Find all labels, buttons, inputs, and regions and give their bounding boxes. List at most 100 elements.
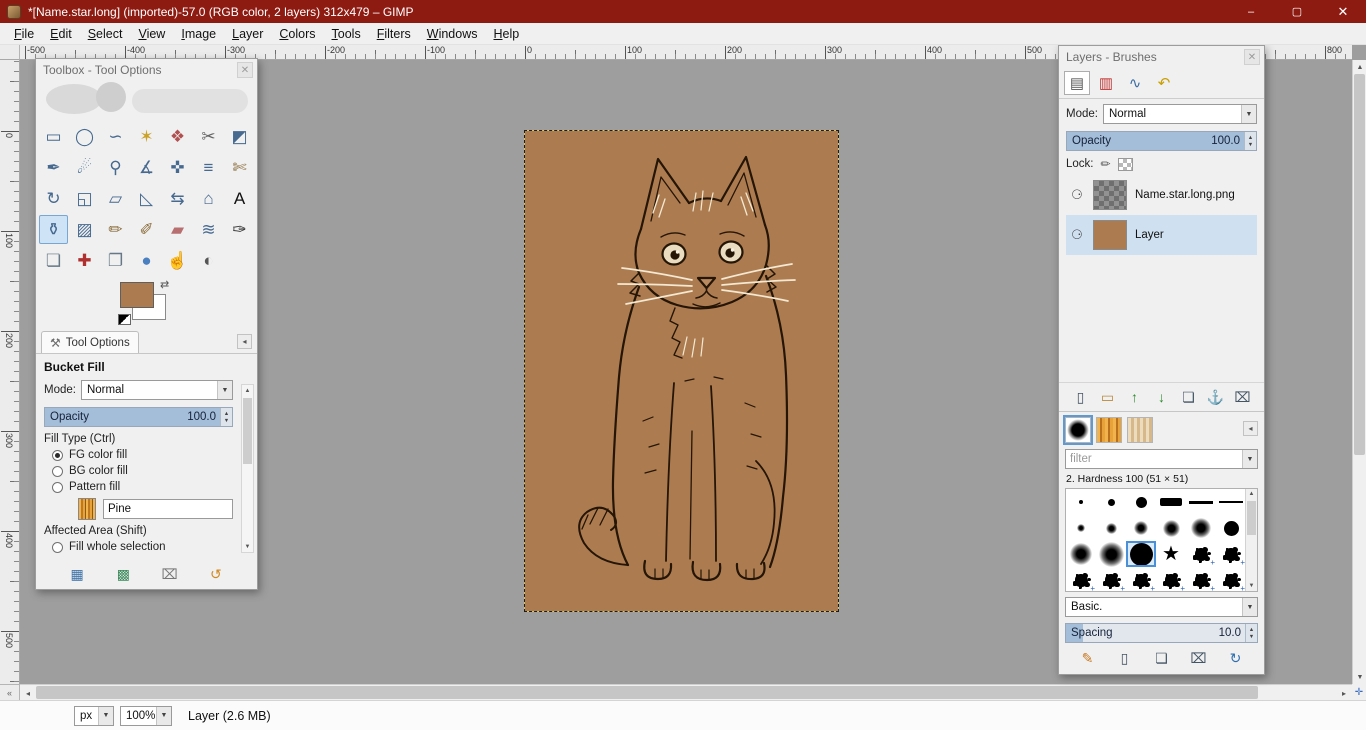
vertical-scroll-thumb[interactable]: [1354, 74, 1365, 455]
patterns-tab[interactable]: [1096, 417, 1122, 443]
scroll-down-icon[interactable]: ▼: [1246, 581, 1257, 591]
gradients-tab[interactable]: [1127, 417, 1153, 443]
layer-row[interactable]: ⚆Name.star.long.png: [1066, 175, 1257, 215]
channels-tab[interactable]: ▥: [1093, 71, 1119, 95]
default-colors-icon[interactable]: [118, 314, 131, 325]
vertical-scroll-track[interactable]: [1353, 74, 1366, 670]
chevron-down-icon[interactable]: ▼: [98, 707, 113, 725]
horizontal-scroll-thumb[interactable]: [36, 686, 1258, 699]
horizontal-scrollbar[interactable]: ◂ ▸: [20, 684, 1352, 700]
brush-item[interactable]: [1186, 489, 1216, 515]
flip-tool[interactable]: ⇆: [163, 184, 192, 213]
scroll-up-icon[interactable]: ▲: [1353, 60, 1366, 74]
crop-tool[interactable]: ✄: [225, 153, 254, 182]
spin-down-icon[interactable]: ▼: [1249, 634, 1254, 640]
anchor-layer-button[interactable]: ⚓: [1204, 386, 1228, 408]
close-icon[interactable]: ✕: [237, 62, 253, 78]
measure-tool[interactable]: ∡: [132, 153, 161, 182]
brush-item[interactable]: +: [1216, 541, 1246, 567]
brush-filter-input[interactable]: [1066, 450, 1242, 468]
affected-fill-whole-selection[interactable]: Fill whole selection: [52, 541, 233, 553]
maximize-button[interactable]: ▢: [1274, 0, 1320, 23]
navigation-icon[interactable]: ✛: [1352, 684, 1366, 700]
scroll-down-icon[interactable]: ▼: [242, 541, 253, 552]
blur-sharpen-tool[interactable]: ●: [132, 246, 161, 275]
align-tool[interactable]: ≡: [194, 153, 223, 182]
menu-view[interactable]: View: [130, 25, 173, 43]
brush-item[interactable]: [1126, 541, 1156, 567]
restore-tool-preset-button[interactable]: ▩: [111, 563, 135, 585]
save-tool-preset-button[interactable]: ▦: [65, 563, 89, 585]
chevron-down-icon[interactable]: ▼: [1242, 450, 1257, 468]
horizontal-scroll-track[interactable]: [36, 685, 1336, 700]
tab-tool-options[interactable]: ⚒ Tool Options: [41, 331, 139, 353]
menu-edit[interactable]: Edit: [42, 25, 80, 43]
layer-row[interactable]: ⚆Layer: [1066, 215, 1257, 255]
clone-tool[interactable]: ❏: [39, 246, 68, 275]
brush-item[interactable]: [1126, 489, 1156, 515]
new-layer-button[interactable]: ▯: [1069, 386, 1093, 408]
eraser-tool[interactable]: ▰: [163, 215, 192, 244]
lower-layer-button[interactable]: ↓: [1150, 386, 1174, 408]
layer-mode-select[interactable]: Normal ▼: [1103, 104, 1257, 124]
brush-item[interactable]: [1096, 489, 1126, 515]
spin-up-icon[interactable]: ▲: [1249, 627, 1254, 633]
brush-item[interactable]: [1066, 541, 1096, 567]
fill-type-bg-color-fill[interactable]: BG color fill: [52, 465, 233, 477]
brush-item[interactable]: +: [1096, 567, 1126, 592]
unit-select[interactable]: px ▼: [74, 706, 114, 726]
menu-help[interactable]: Help: [485, 25, 527, 43]
options-scroll-thumb[interactable]: [243, 398, 252, 464]
brush-item[interactable]: [1096, 515, 1126, 541]
menu-colors[interactable]: Colors: [271, 25, 323, 43]
dodge-burn-tool[interactable]: ◐: [194, 246, 223, 275]
spinner[interactable]: ▲▼: [1245, 624, 1257, 642]
zoom-tool[interactable]: ⚲: [101, 153, 130, 182]
swap-colors-icon[interactable]: ⇄: [160, 278, 169, 291]
layer-opacity-slider[interactable]: Opacity 100.0 ▲▼: [1066, 131, 1257, 151]
brush-scroll-thumb[interactable]: [1247, 501, 1256, 535]
brush-item[interactable]: [1126, 515, 1156, 541]
smudge-tool[interactable]: ☝: [163, 246, 192, 275]
paintbrush-tool[interactable]: ✐: [132, 215, 161, 244]
paths-tool[interactable]: ✒: [39, 153, 68, 182]
refresh-brushes-button[interactable]: ↻: [1224, 647, 1248, 669]
lock-alpha-icon[interactable]: [1118, 158, 1133, 171]
menu-windows[interactable]: Windows: [419, 25, 486, 43]
toolbox-panel-titlebar[interactable]: Toolbox - Tool Options ✕: [36, 59, 257, 81]
scroll-up-icon[interactable]: ▲: [1246, 489, 1257, 499]
paint-mode-select[interactable]: Normal ▼: [81, 380, 233, 400]
spin-down-icon[interactable]: ▼: [1248, 142, 1253, 148]
scroll-down-icon[interactable]: ▼: [1353, 670, 1366, 684]
chevron-down-icon[interactable]: ▼: [1241, 105, 1256, 123]
menu-image[interactable]: Image: [173, 25, 224, 43]
delete-tool-preset-button[interactable]: ⌧: [158, 563, 182, 585]
layers-panel-titlebar[interactable]: Layers - Brushes ✕: [1059, 46, 1264, 68]
new-layer-group-button[interactable]: ▭: [1096, 386, 1120, 408]
delete-layer-button[interactable]: ⌧: [1231, 386, 1255, 408]
tab-menu-icon[interactable]: ◂: [237, 334, 252, 349]
scissors-select-tool[interactable]: ✂: [194, 122, 223, 151]
raise-layer-button[interactable]: ↑: [1123, 386, 1147, 408]
brush-item[interactable]: +: [1186, 567, 1216, 592]
fuzzy-select-tool[interactable]: ✶: [132, 122, 161, 151]
brush-item[interactable]: [1066, 515, 1096, 541]
airbrush-tool[interactable]: ≋: [194, 215, 223, 244]
close-icon[interactable]: ✕: [1244, 49, 1260, 65]
new-brush-button[interactable]: ▯: [1113, 647, 1137, 669]
canvas[interactable]: [525, 131, 838, 611]
scroll-left-icon[interactable]: ◂: [20, 685, 36, 701]
perspective-clone-tool[interactable]: ❐: [101, 246, 130, 275]
scroll-right-icon[interactable]: ▸: [1336, 685, 1352, 701]
close-button[interactable]: ✕: [1320, 0, 1366, 23]
brush-item[interactable]: [1186, 515, 1216, 541]
brush-item[interactable]: +: [1216, 567, 1246, 592]
brush-item[interactable]: [1216, 515, 1246, 541]
lock-pixels-icon[interactable]: ✏: [1101, 157, 1111, 171]
edit-brush-button[interactable]: ✎: [1076, 647, 1100, 669]
brush-item[interactable]: +: [1126, 567, 1156, 592]
chevron-down-icon[interactable]: ▼: [156, 707, 171, 725]
scale-tool[interactable]: ◱: [70, 184, 99, 213]
brush-scrollbar[interactable]: ▲ ▼: [1245, 489, 1257, 591]
zoom-select[interactable]: 100% ▼: [120, 706, 172, 726]
